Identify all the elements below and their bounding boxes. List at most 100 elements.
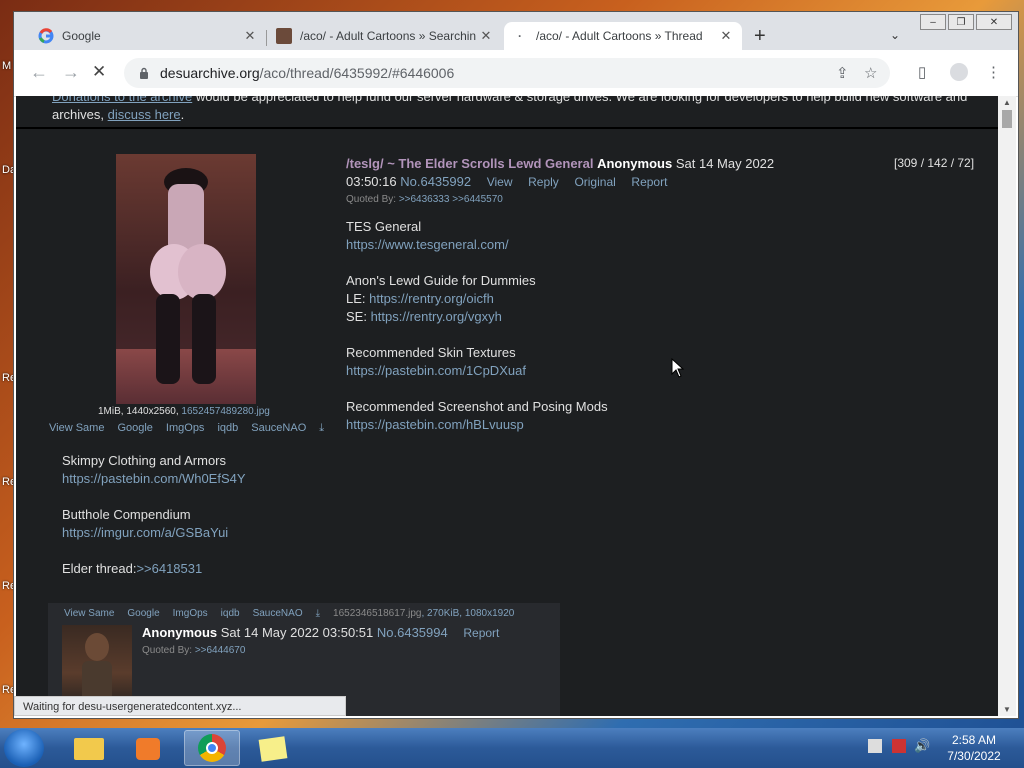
minimize-icon[interactable]: – [920,14,946,30]
volume-icon[interactable]: 🔊 [914,739,930,753]
quoted-by-link[interactable]: >>6444670 [195,645,246,656]
original-link[interactable]: Original [574,175,615,189]
share-icon[interactable]: ⇪ [836,64,849,82]
reply-file-name-link[interactable]: 1652346518617.jpg [333,608,421,619]
forward-arrow-icon[interactable]: → [62,62,80,83]
scroll-up-icon[interactable]: ▲ [1003,98,1011,107]
back-arrow-icon[interactable]: ← [30,62,48,83]
vertical-scrollbar[interactable]: ▲ ▼ [998,96,1016,716]
quoted-by-links[interactable]: >>6436333 >>6445570 [399,194,503,205]
reply-image-tools: View Same Google ImgOps iqdb SauceNAO ⤓ … [64,608,514,619]
download-icon[interactable]: ⤓ [319,422,324,435]
imgops-link[interactable]: ImgOps [166,422,205,435]
body-link[interactable]: https://rentry.org/vgxyh [371,309,502,324]
scroll-down-icon[interactable]: ▼ [1003,705,1011,714]
taskbar-explorer[interactable] [62,730,118,766]
restore-icon[interactable]: ❐ [948,14,974,30]
board-link[interactable]: /teslg/ [346,156,384,171]
tab-title: /aco/ - Adult Cartoons » Thread [536,29,703,43]
body-link[interactable]: https://pastebin.com/Wh0EfS4Y [62,470,246,488]
reply-post-header: Anonymous Sat 14 May 2022 03:50:51 No.64… [142,625,511,640]
body-link[interactable]: https://pastebin.com/hBLvuusp [346,416,608,434]
bookmark-star-icon[interactable]: ☆ [864,64,877,82]
post-date: Sat 14 May 2022 03:50:51 [220,625,374,640]
post-number-link[interactable]: No.6435992 [400,174,471,189]
body-line: TES General [346,219,422,234]
folder-icon [74,738,104,760]
more-menu-icon[interactable]: ⋮ [986,63,1001,81]
lock-icon [140,67,148,79]
close-tab-icon[interactable]: ✕ [718,28,734,44]
reply-quoted-by: Quoted By: >>6444670 [142,645,246,656]
taskbar: 🔊 2:58 AM 7/30/2022 [0,728,1024,768]
op-file-name-link[interactable]: 1652457489280.jpg [181,406,269,417]
reply-link[interactable]: Reply [528,175,559,189]
google-link[interactable]: Google [117,422,152,435]
taskbar-chrome[interactable] [184,730,240,766]
tab-search-chevron-icon[interactable]: ⌄ [890,28,900,42]
donations-link[interactable]: Donations to the archive [52,96,192,104]
taskbar-sticky-notes[interactable] [246,730,302,766]
taskbar-media-player[interactable] [122,730,178,766]
clock-time: 2:58 AM [951,733,997,747]
op-file-info: 1MiB, 1440x2560, 1652457489280.jpg [98,406,270,417]
op-post-header: /teslg/ ~ The Elder Scrolls Lewd General… [346,155,866,191]
saucenao-link[interactable]: SauceNAO [251,422,306,435]
clock-date: 7/30/2022 [947,749,1001,763]
body-link[interactable]: https://pastebin.com/1CpDXuaf [346,362,526,380]
body-link[interactable]: https://rentry.org/oicfh [369,291,494,306]
close-window-icon[interactable]: ✕ [976,14,1012,30]
poster-name: Anonymous [142,625,218,640]
desktop-icon-label[interactable]: M [2,60,11,72]
tab-search[interactable]: /aco/ - Adult Cartoons » Searchin ✕ [268,22,502,50]
view-same-link[interactable]: View Same [64,608,114,619]
stop-loading-icon[interactable]: ✕ [92,62,106,82]
view-same-link[interactable]: View Same [49,422,104,435]
report-link[interactable]: Report [463,626,499,640]
sticky-notes-icon [258,736,288,762]
post-date: Sat 14 May 2022 [675,156,775,171]
close-tab-icon[interactable]: ✕ [242,28,258,44]
download-icon[interactable]: ⤓ [316,608,320,619]
page-content: Donations to the archive would be apprec… [16,96,998,716]
address-bar[interactable]: desuarchive.org/aco/thread/6435992/#6446… [124,58,890,88]
tab-separator [266,30,267,46]
post-number-link[interactable]: No.6435994 [377,625,448,640]
url-text: desuarchive.org/aco/thread/6435992/#6446… [160,65,455,81]
new-tab-icon[interactable]: + [754,26,766,46]
op-image-thumbnail[interactable] [116,154,256,404]
elder-thread-link[interactable]: >>6418531 [136,561,202,576]
google-link[interactable]: Google [127,608,159,619]
action-center-icon[interactable] [892,739,906,753]
discuss-link[interactable]: discuss here [108,107,181,122]
body-line: Butthole Compendium [62,507,191,522]
scroll-thumb[interactable] [1002,110,1012,128]
iqdb-link[interactable]: iqdb [221,608,240,619]
browser-toolbar: ← → ✕ desuarchive.org/aco/thread/6435992… [14,50,1018,97]
view-link[interactable]: View [487,175,513,189]
op-image-tools: View Same Google ImgOps iqdb SauceNAO ⤓ [49,422,324,435]
system-clock[interactable]: 2:58 AM 7/30/2022 [940,732,1008,764]
post-body-block: Recommended Screenshot and Posing Mods h… [346,398,608,434]
post-time: 03:50:16 [346,174,397,189]
body-link[interactable]: https://imgur.com/a/GSBaYui [62,524,228,542]
elder-thread-line: Elder thread:>>6418531 [62,561,203,576]
iqdb-link[interactable]: iqdb [217,422,238,435]
reply-image-thumbnail[interactable] [62,625,132,705]
tab-google[interactable]: Google ✕ [30,22,266,50]
profile-avatar-icon[interactable] [950,63,968,81]
thumbnail-icon [276,28,292,44]
saucenao-link[interactable]: SauceNAO [253,608,303,619]
close-tab-icon[interactable]: ✕ [478,28,494,44]
start-button[interactable] [4,729,44,767]
network-icon[interactable] [868,739,882,753]
loading-icon: · [518,29,522,43]
body-link[interactable]: https://www.tesgeneral.com/ [346,236,509,254]
report-link[interactable]: Report [631,175,667,189]
post-subject: ~ The Elder Scrolls Lewd General [383,156,594,171]
imgops-link[interactable]: ImgOps [173,608,208,619]
side-panel-icon[interactable]: ▯ [918,63,926,81]
tab-thread[interactable]: · /aco/ - Adult Cartoons » Thread ✕ [504,22,742,50]
media-player-icon [136,738,160,760]
poster-name: Anonymous [597,156,673,171]
